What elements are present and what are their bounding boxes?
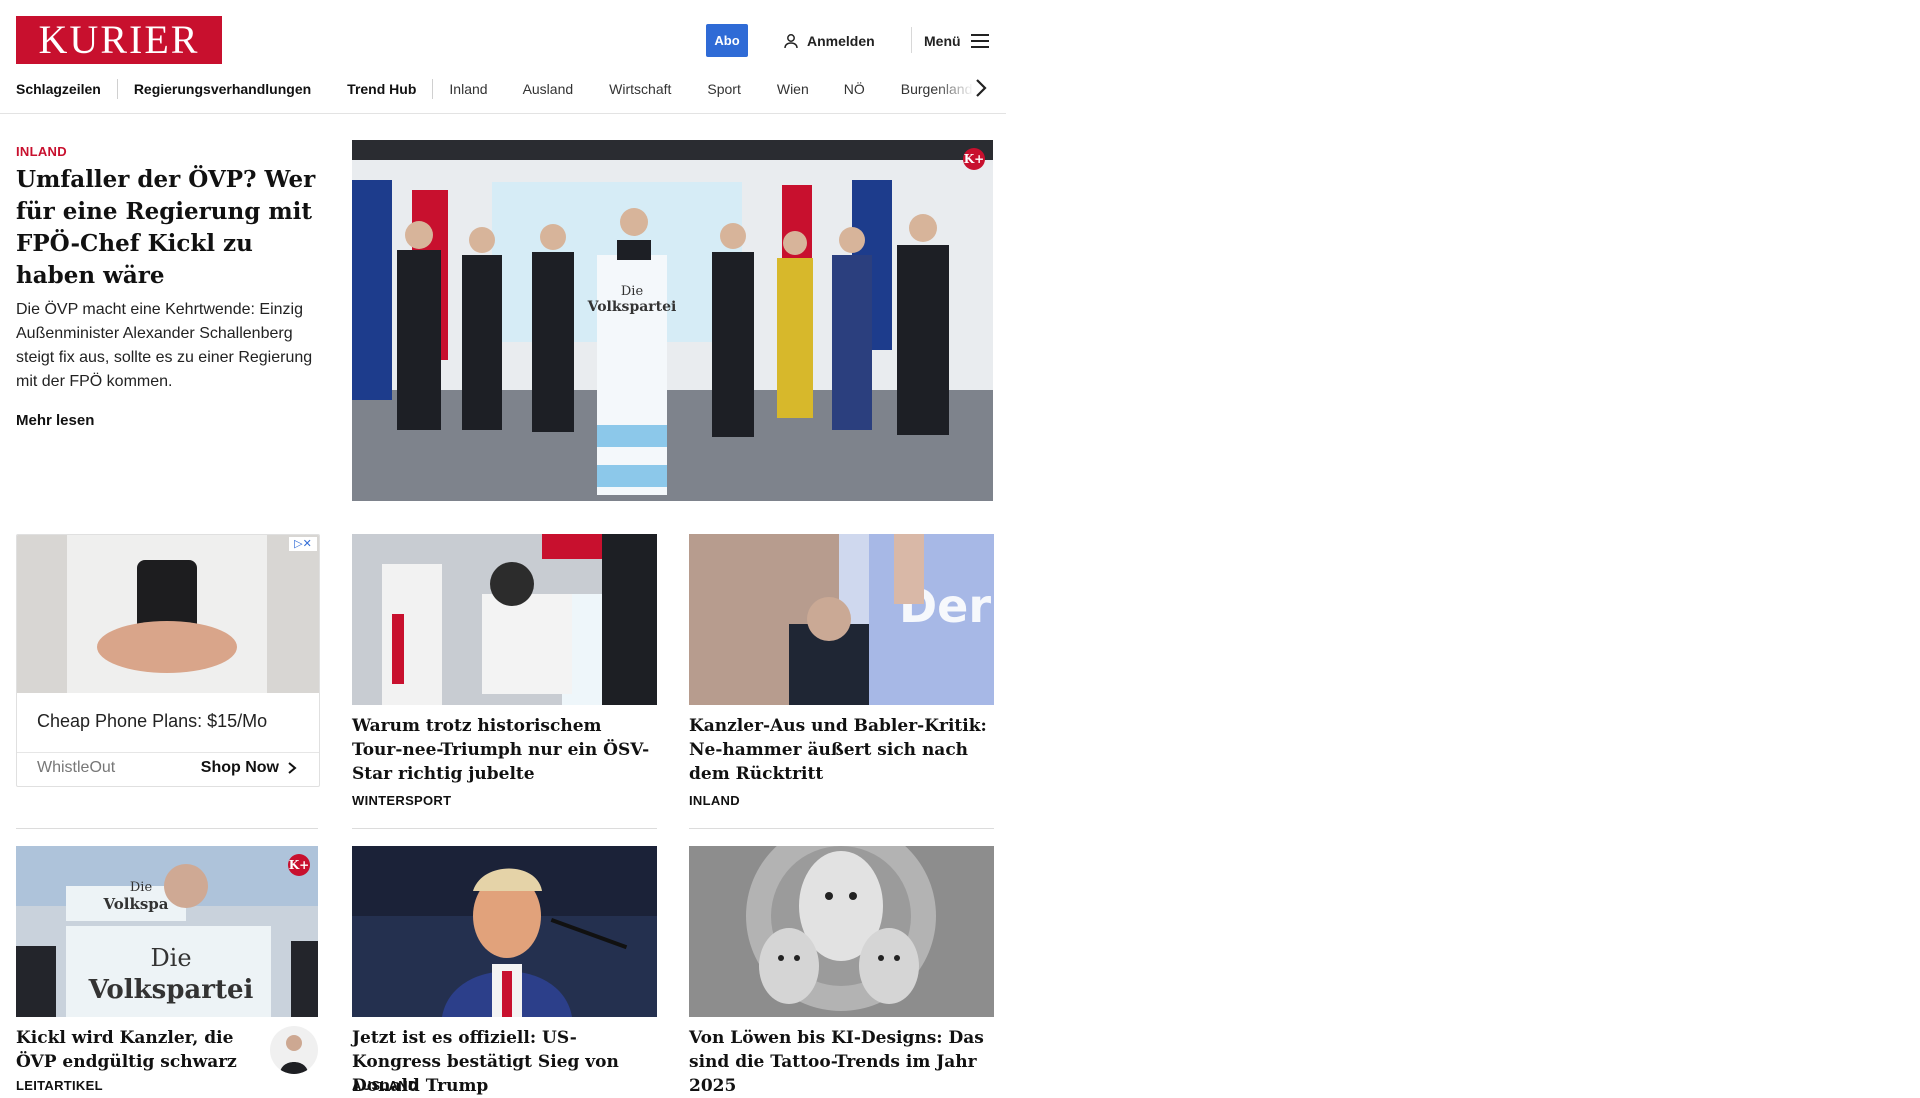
menu-button[interactable]: Menü <box>924 24 989 57</box>
author-photo <box>280 1035 308 1074</box>
k-plus-badge: K+ <box>288 854 310 876</box>
nav-item-wien[interactable]: Wien <box>777 81 809 97</box>
podium-text-1: Die <box>621 284 644 299</box>
nav-item-ausland[interactable]: Ausland <box>523 81 574 97</box>
k-plus-badge: K+ <box>963 148 985 170</box>
row-divider <box>352 828 657 829</box>
login-button[interactable]: Anmelden <box>783 24 875 57</box>
row-divider <box>16 828 318 829</box>
hamburger-icon <box>970 33 989 48</box>
trump-photo <box>352 846 657 1017</box>
lead-photo: Die Volkspartei <box>352 140 993 501</box>
svg-text:Die: Die <box>130 880 153 895</box>
shop-now-button[interactable]: Shop Now <box>201 759 297 777</box>
ad-card[interactable]: ▷✕ Cheap Phone Plans: $15/Mo WhistleOut … <box>16 534 320 787</box>
nehammer-photo: Der Verd <box>689 534 994 705</box>
read-more-link[interactable]: Mehr lesen <box>16 412 94 429</box>
ad-source: WhistleOut <box>37 759 116 776</box>
ad-divider <box>17 752 319 753</box>
nav-fade <box>935 74 1005 104</box>
row-divider <box>689 828 994 829</box>
card-kicker-wintersport[interactable]: WINTERSPORT <box>352 793 451 808</box>
author-avatar <box>270 1026 318 1074</box>
card-image-tattoo[interactable] <box>689 846 994 1017</box>
nav-item-inland[interactable]: Inland <box>449 81 487 97</box>
card-image-trump[interactable] <box>352 846 657 1017</box>
lead-image[interactable]: Die Volkspartei K+ <box>352 140 993 501</box>
card-title-tattoo[interactable]: Von Löwen bis KI-Designs: Das sind die T… <box>689 1026 994 1098</box>
shop-now-label: Shop Now <box>200 759 279 776</box>
card-kicker-leitartikel[interactable]: LEITARTIKEL <box>16 1078 103 1093</box>
nav-item-regierungsverhandlungen[interactable]: Regierungsverhandlungen <box>134 81 311 97</box>
user-icon <box>784 33 798 48</box>
lion-tattoo-image <box>689 846 994 1017</box>
header-divider <box>911 27 912 53</box>
ad-title[interactable]: Cheap Phone Plans: $15/Mo <box>37 711 267 732</box>
podium-text-1: Die <box>150 944 191 972</box>
abo-button[interactable]: Abo <box>706 24 748 57</box>
chevron-right-icon[interactable] <box>972 76 990 100</box>
nav-divider <box>116 79 118 99</box>
card-title-wintersport[interactable]: Warum trotz historischem Tour-nee-Triump… <box>352 714 657 786</box>
lead-teaser: Die ÖVP macht eine Kehrtwende: Einzig Au… <box>16 301 313 390</box>
nav-item-sport[interactable]: Sport <box>707 81 740 97</box>
ad-image <box>17 535 319 693</box>
card-kicker-inland[interactable]: INLAND <box>689 793 740 808</box>
svg-text:Volkspa: Volkspa <box>102 895 168 913</box>
podium-text-2: Volkspartei <box>88 975 254 1005</box>
card-title-nehammer[interactable]: Kanzler-Aus und Babler-Kritik: Ne-hammer… <box>689 714 994 786</box>
card-title-kickl[interactable]: Kickl wird Kanzler, die ÖVP endgültig sc… <box>16 1026 256 1074</box>
kurier-logo[interactable]: KURIER <box>16 16 222 64</box>
chevron-right-icon <box>288 762 297 774</box>
card-image-nehammer[interactable]: Der Verd <box>689 534 994 705</box>
ski-jumper-photo <box>352 534 657 705</box>
menu-label: Menü <box>924 32 961 49</box>
volkspartei-photo: Die Volkspa Die Volkspartei <box>16 846 318 1017</box>
podium-text-2: Volkspartei <box>587 299 677 315</box>
section-nav: Schlagzeilen Regierungsverhandlungen Tre… <box>16 76 996 102</box>
adchoices-icon[interactable]: ▷✕ <box>289 537 317 551</box>
nav-item-schlagzeilen[interactable]: Schlagzeilen <box>16 81 101 97</box>
card-kicker-ausland[interactable]: AUSLAND <box>352 1078 418 1093</box>
login-label: Anmelden <box>807 32 875 49</box>
card-image-kickl[interactable]: Die Volkspa Die Volkspartei K+ <box>16 846 318 1017</box>
lead-title[interactable]: Umfaller der ÖVP? Wer für eine Regierung… <box>16 164 320 292</box>
lead-kicker[interactable]: INLAND <box>16 144 67 159</box>
nav-bottom-border <box>0 113 1006 114</box>
nav-item-trend-hub[interactable]: Trend Hub <box>347 81 416 97</box>
nav-item-noe[interactable]: NÖ <box>844 81 865 97</box>
nav-item-wirtschaft[interactable]: Wirtschaft <box>609 81 671 97</box>
card-image-wintersport[interactable] <box>352 534 657 705</box>
nav-divider <box>432 79 434 99</box>
